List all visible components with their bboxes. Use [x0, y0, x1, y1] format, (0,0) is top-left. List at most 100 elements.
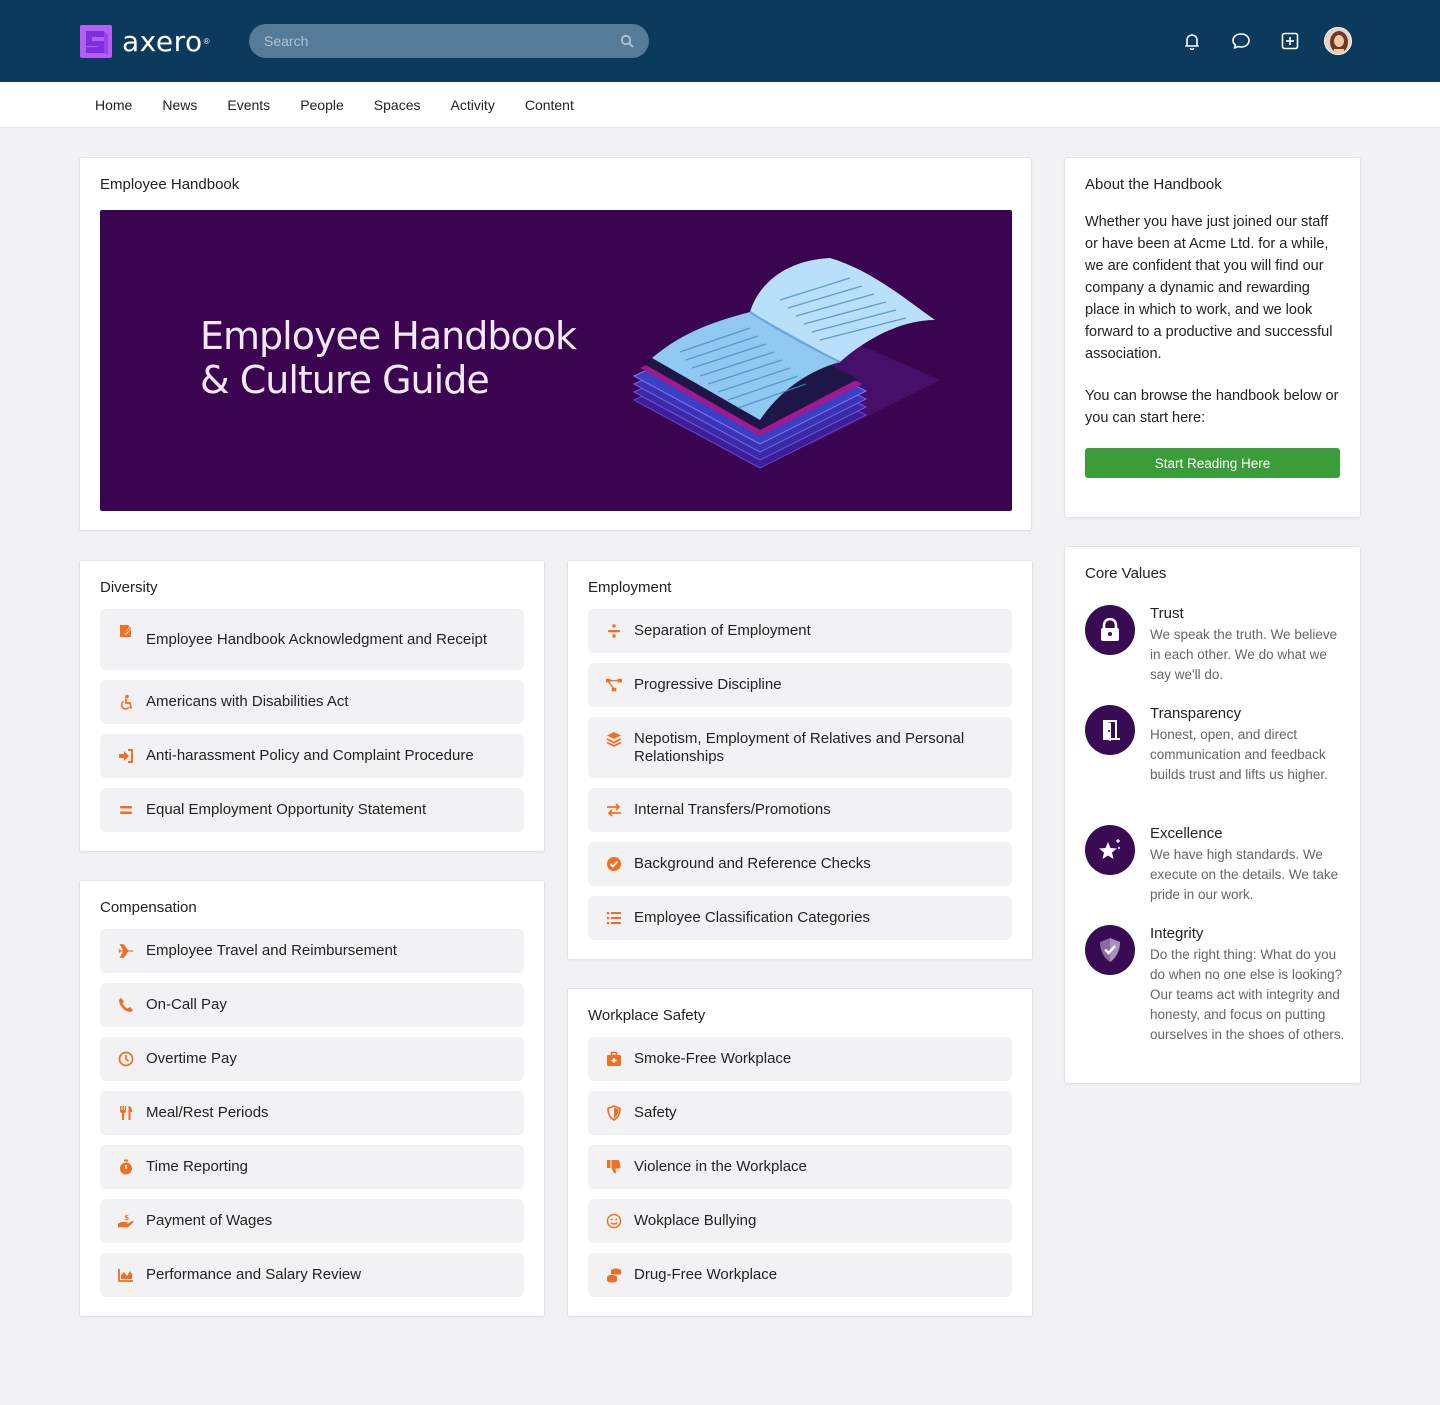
- list-item-label: Employee Classification Categories: [634, 909, 870, 926]
- accessibility-icon: [118, 694, 134, 710]
- list-item-label: Violence in the Workplace: [634, 1158, 807, 1175]
- list-item-label: Wokplace Bullying: [634, 1212, 757, 1229]
- avatar[interactable]: [1324, 27, 1352, 55]
- list-item[interactable]: Overtime Pay: [100, 1037, 524, 1081]
- nav-events[interactable]: Events: [212, 97, 285, 113]
- list-item-label: Meal/Rest Periods: [146, 1104, 269, 1121]
- list-item-label: Nepotism, Employment of Relatives and Pe…: [634, 729, 965, 765]
- about-paragraph-2: You can browse the handbook below or you…: [1085, 388, 1339, 426]
- layers-icon: [606, 731, 622, 747]
- core-value-name: Trust: [1150, 605, 1184, 622]
- list-item-label: Time Reporting: [146, 1158, 248, 1175]
- handbook-banner[interactable]: Employee Handbook & Culture Guide: [100, 210, 1012, 511]
- list-item-label: Equal Employment Opportunity Statement: [146, 801, 427, 818]
- list-item[interactable]: Drug-Free Workplace: [588, 1253, 1012, 1297]
- core-value-name: Excellence: [1150, 825, 1223, 842]
- core-value-desc: Honest, open, and direct communication a…: [1150, 727, 1328, 782]
- list-item[interactable]: Meal/Rest Periods: [100, 1091, 524, 1135]
- core-value-trust: Trust We speak the truth. We believe in …: [1085, 605, 1345, 695]
- list-item[interactable]: Americans with Disabilities Act: [100, 680, 524, 724]
- nav-people[interactable]: People: [285, 97, 359, 113]
- search-bar[interactable]: [249, 24, 649, 58]
- brand-reg-mark: ®: [203, 36, 210, 46]
- nav-home[interactable]: Home: [80, 97, 147, 113]
- axero-logo[interactable]: axero ®: [80, 24, 210, 58]
- nav-content[interactable]: Content: [510, 97, 589, 113]
- add-square-icon[interactable]: [1275, 26, 1305, 56]
- logo-mark-icon: [80, 24, 112, 58]
- core-values-card: Core Values Trust We speak the truth. We…: [1064, 546, 1361, 1084]
- smile-icon: [606, 1213, 622, 1229]
- nav-spaces[interactable]: Spaces: [359, 97, 436, 113]
- about-card-title: About the Handbook: [1085, 176, 1222, 193]
- core-values-title: Core Values: [1085, 565, 1167, 582]
- check-circle-icon: [606, 856, 622, 872]
- nav-news[interactable]: News: [147, 97, 212, 113]
- door-icon: [1085, 705, 1135, 755]
- list-item[interactable]: Internal Transfers/Promotions: [588, 788, 1012, 832]
- core-value-name: Integrity: [1150, 925, 1204, 942]
- handbook-card: Employee Handbook Employee Handbook & Cu…: [79, 157, 1032, 531]
- list-item[interactable]: Progressive Discipline: [588, 663, 1012, 707]
- bell-icon[interactable]: [1177, 26, 1207, 56]
- list-item[interactable]: Performance and Salary Review: [100, 1253, 524, 1297]
- list-item-label: Anti-harassment Policy and Complaint Pro…: [146, 747, 474, 764]
- diversity-card-title: Diversity: [100, 579, 158, 596]
- list-item-label: Separation of Employment: [634, 622, 811, 639]
- svg-text:$: $: [124, 1213, 129, 1222]
- start-reading-button[interactable]: Start Reading Here: [1085, 448, 1340, 478]
- search-input[interactable]: [264, 33, 620, 49]
- list-item-label: Payment of Wages: [146, 1212, 273, 1229]
- search-icon[interactable]: [620, 34, 634, 48]
- list-item-label: On-Call Pay: [146, 996, 227, 1013]
- list-item-label: Internal Transfers/Promotions: [634, 801, 831, 818]
- divide-icon: [606, 623, 622, 639]
- core-value-integrity: Integrity Do the right thing: What do yo…: [1085, 925, 1345, 1065]
- list-item[interactable]: Employee Travel and Reimbursement: [100, 929, 524, 973]
- list-item[interactable]: Background and Reference Checks: [588, 842, 1012, 886]
- list-item[interactable]: On-Call Pay: [100, 983, 524, 1027]
- nav-activity[interactable]: Activity: [435, 97, 509, 113]
- exchange-icon: [606, 802, 622, 818]
- diversity-list: Employee Handbook Acknowledgment and Rec…: [100, 609, 524, 842]
- core-value-desc: Do the right thing: What do you do when …: [1150, 947, 1345, 1042]
- list-item-label: Smoke-Free Workplace: [634, 1050, 792, 1067]
- list-item[interactable]: $ Payment of Wages: [100, 1199, 524, 1243]
- list-item[interactable]: Employee Handbook Acknowledgment and Rec…: [100, 609, 524, 670]
- list-item[interactable]: Nepotism, Employment of Relatives and Pe…: [588, 717, 1012, 778]
- list-item[interactable]: Wokplace Bullying: [588, 1199, 1012, 1243]
- clock-icon: [118, 1051, 134, 1067]
- handbook-card-title: Employee Handbook: [100, 176, 240, 193]
- list-item-label: Americans with Disabilities Act: [146, 693, 349, 710]
- project-diagram-icon: [606, 677, 622, 693]
- list-item[interactable]: Employee Classification Categories: [588, 896, 1012, 940]
- chat-icon[interactable]: [1226, 26, 1256, 56]
- list-item[interactable]: Separation of Employment: [588, 609, 1012, 653]
- stopwatch-icon: [118, 1159, 134, 1175]
- list-item[interactable]: Anti-harassment Policy and Complaint Pro…: [100, 734, 524, 778]
- list-item-label: Overtime Pay: [146, 1050, 237, 1067]
- list-item[interactable]: Equal Employment Opportunity Statement: [100, 788, 524, 832]
- plane-icon: [118, 943, 134, 959]
- about-paragraph-1: Whether you have just joined our staff o…: [1085, 214, 1333, 362]
- equals-icon: [118, 802, 134, 818]
- shield-check-icon: [1085, 925, 1135, 975]
- hand-holding-dollar-icon: $: [118, 1213, 134, 1229]
- employment-list: Separation of Employment Progressive Dis…: [588, 609, 1012, 950]
- main-nav: Home News Events People Spaces Activity …: [0, 82, 1440, 128]
- area-chart-icon: [118, 1267, 134, 1283]
- about-card: About the Handbook Whether you have just…: [1064, 157, 1361, 518]
- list-item-label: Safety: [634, 1104, 677, 1121]
- header-actions: [1158, 26, 1352, 56]
- coins-icon: [606, 1267, 622, 1283]
- star-icon: [1085, 825, 1135, 875]
- list-item[interactable]: Smoke-Free Workplace: [588, 1037, 1012, 1081]
- list-item[interactable]: Safety: [588, 1091, 1012, 1135]
- banner-line-1: Employee Handbook: [200, 314, 577, 358]
- shield-icon: [606, 1105, 622, 1121]
- list-item-label: Progressive Discipline: [634, 676, 782, 693]
- list-item[interactable]: Time Reporting: [100, 1145, 524, 1189]
- list-item[interactable]: Violence in the Workplace: [588, 1145, 1012, 1189]
- core-value-name: Transparency: [1150, 705, 1242, 722]
- list-item-label: Employee Travel and Reimbursement: [146, 942, 397, 959]
